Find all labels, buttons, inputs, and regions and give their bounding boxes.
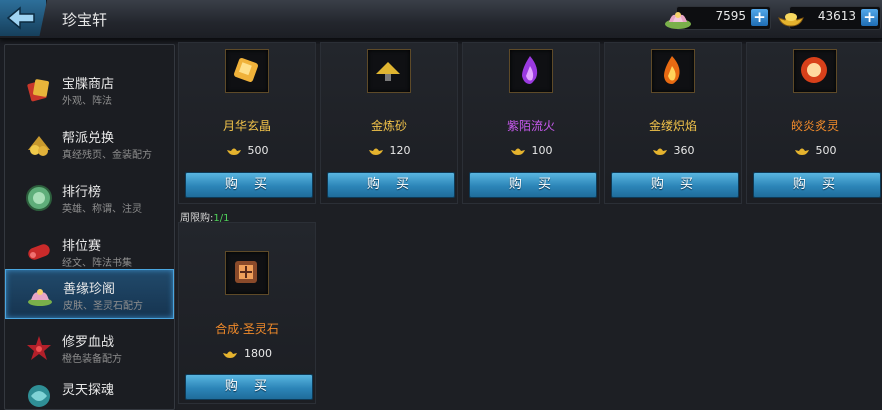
buy-button[interactable]: 购 买 — [611, 172, 739, 198]
red-scroll-icon — [28, 244, 50, 260]
buy-button[interactable]: 购 买 — [753, 172, 881, 198]
item-price: 500 — [179, 144, 315, 159]
sidebar-scroll-edge — [5, 45, 174, 53]
page-title: 珍宝轩 — [62, 11, 108, 29]
gold-ingot-value: 43613 — [817, 9, 856, 23]
currency-lotus: 7595 + — [665, 6, 771, 30]
golden-flame-icon — [664, 56, 680, 84]
item-name: 金缕炽焰 — [648, 119, 697, 133]
gold-ingot-icon — [778, 13, 804, 27]
item-slot[interactable] — [793, 49, 837, 93]
sidebar-item-shura-battle[interactable]: 修罗血战 橙色装备配方 — [5, 323, 174, 373]
jade-medal-icon — [26, 185, 52, 211]
shop-item-card: 金炼砂 120 购 买 — [320, 42, 458, 204]
item-slot[interactable] — [509, 49, 553, 93]
gold-treasure-icon — [28, 136, 50, 156]
sidebar-item-label: 善缘珍阁 — [63, 282, 116, 297]
sidebar-item-baodie-shop[interactable]: 宝牒商店 外观、阵法 — [5, 65, 174, 115]
lotus-token-value: 7595 — [715, 9, 746, 23]
add-gold-button[interactable]: + — [861, 9, 878, 26]
shop-item-card: 紫陌流火 100 购 买 — [462, 42, 600, 204]
sidebar-item-sub: 橙色装备配方 — [62, 354, 122, 365]
sidebar-item-lingtian-soul[interactable]: 灵天探魂 — [5, 371, 174, 409]
sidebar-item-label: 排位赛 — [62, 239, 102, 254]
buy-button[interactable]: 购 买 — [185, 172, 313, 198]
sidebar-item-shanyuan-pavilion[interactable]: 善缘珍阁 皮肤、圣灵石配方 — [5, 269, 174, 319]
sidebar-item-sub: 经文、阵法书集 — [62, 258, 132, 269]
item-price: 100 — [463, 144, 599, 159]
purple-flame-icon — [522, 56, 538, 84]
sidebar-item-sub: 外观、阵法 — [62, 96, 112, 107]
shop-item-card: 月华玄晶 500 购 买 — [178, 42, 316, 204]
sidebar-item-label: 宝牒商店 — [62, 77, 115, 92]
item-name: 合成·圣灵石 — [215, 322, 279, 336]
item-price-value: 1800 — [244, 347, 272, 360]
gold-ingot-icon — [368, 148, 383, 155]
item-price-value: 500 — [247, 144, 269, 157]
sidebar-item-guild-exchange[interactable]: 帮派兑换 真经残页、金装配方 — [5, 119, 174, 169]
item-price-value: 120 — [389, 144, 411, 157]
sidebar: 宝牒商店 外观、阵法 帮派兑换 真经残页、金装配方 排行榜 英雄、称谓、注灵 排… — [4, 44, 175, 410]
lotus-altar-icon — [28, 289, 52, 306]
fire-orb-icon — [801, 57, 827, 83]
buy-button[interactable]: 购 买 — [327, 172, 455, 198]
lotus-token-icon — [665, 12, 691, 29]
shop-item-card: 金缕炽焰 360 购 买 — [604, 42, 742, 204]
item-slot[interactable] — [367, 49, 411, 93]
gold-ingot-icon — [510, 148, 525, 155]
crimson-flower-icon — [27, 336, 51, 360]
item-name: 皎炎炙灵 — [790, 119, 839, 133]
sidebar-item-sub: 真经残页、金装配方 — [62, 150, 152, 161]
teal-swirl-icon — [28, 385, 50, 407]
currency-gold: 43613 + — [778, 6, 881, 30]
red-envelope-icon — [27, 79, 49, 102]
back-arrow-icon — [6, 6, 35, 30]
buy-button[interactable]: 购 买 — [185, 374, 313, 400]
gold-sand-icon — [376, 62, 400, 81]
item-price: 120 — [321, 144, 457, 159]
golden-crystal-icon — [234, 58, 258, 82]
item-price-value: 100 — [531, 144, 553, 157]
item-price: 1800 — [179, 347, 315, 362]
shop-item-card: 合成·圣灵石 1800 购 买 — [178, 222, 316, 404]
item-slot[interactable] — [225, 251, 269, 295]
item-price-value: 360 — [673, 144, 695, 157]
top-bar: 珍宝轩 7595 + 43613 + — [0, 0, 882, 39]
item-price: 360 — [605, 144, 741, 159]
item-slot[interactable] — [651, 49, 695, 93]
sidebar-item-label: 修罗血战 — [62, 335, 115, 350]
item-price: 500 — [747, 144, 882, 159]
sidebar-item-label: 帮派兑换 — [62, 131, 115, 146]
gold-ingot-icon — [652, 148, 667, 155]
buy-button[interactable]: 购 买 — [469, 172, 597, 198]
sidebar-item-label: 排行榜 — [62, 185, 102, 200]
item-name: 紫陌流火 — [506, 119, 555, 133]
sidebar-item-label: 灵天探魂 — [62, 383, 115, 398]
gold-ingot-icon — [226, 148, 241, 155]
item-slot[interactable] — [225, 49, 269, 93]
shop-item-card: 皎炎炙灵 500 购 买 — [746, 42, 882, 204]
sidebar-item-sub: 皮肤、圣灵石配方 — [63, 301, 143, 312]
item-name: 金炼砂 — [370, 119, 407, 133]
gold-ingot-icon — [223, 351, 237, 358]
gold-ingot-icon — [794, 148, 809, 155]
back-button[interactable] — [0, 0, 47, 36]
item-name: 月华玄晶 — [222, 119, 271, 133]
item-price-value: 500 — [815, 144, 837, 157]
sidebar-item-sub: 英雄、称谓、注灵 — [62, 204, 142, 215]
add-lotus-button[interactable]: + — [751, 9, 768, 26]
recipe-scroll-icon — [235, 261, 257, 283]
sidebar-item-leaderboard[interactable]: 排行榜 英雄、称谓、注灵 — [5, 173, 174, 223]
